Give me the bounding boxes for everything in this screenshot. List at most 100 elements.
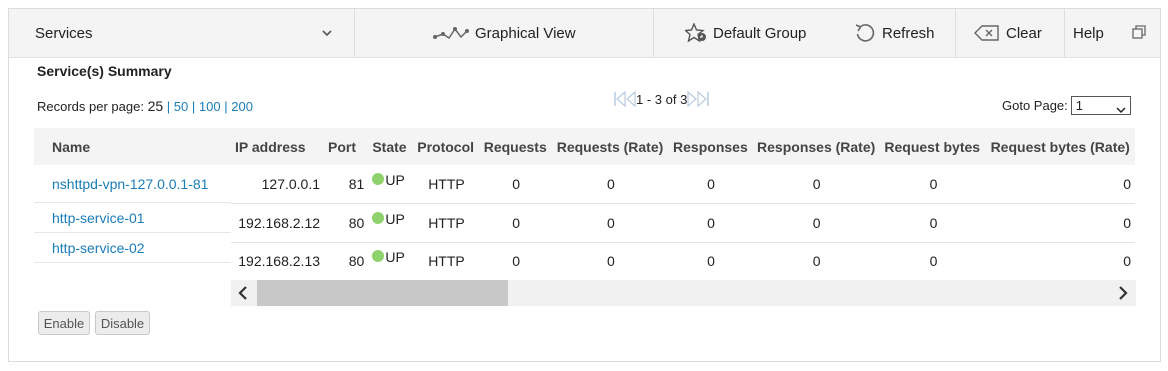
col-requests-header[interactable]: Requests: [479, 128, 553, 165]
service-name-link[interactable]: nshttpd-vpn-127.0.0.1-81: [34, 165, 231, 203]
pager: 1 - 3 of 3: [613, 91, 710, 107]
cell-request-bytes: 0: [880, 203, 987, 243]
clear-label: Clear: [1006, 24, 1042, 42]
cell-responses-rate: 0: [753, 203, 881, 243]
services-dropdown[interactable]: Services: [35, 9, 345, 57]
records-label: Records per page:: [37, 99, 144, 114]
col-request-bytes-rate-header[interactable]: Request bytes (Rate): [986, 128, 1135, 165]
cell-protocol: HTTP: [413, 203, 480, 243]
col-port-header[interactable]: Port: [324, 128, 369, 165]
col-responses-header[interactable]: Responses: [669, 128, 754, 165]
goto-page: Goto Page: 1: [1002, 96, 1131, 115]
records-option-200[interactable]: 200: [231, 99, 253, 114]
col-requests-rate-header[interactable]: Requests (Rate): [552, 128, 670, 165]
cell-request-bytes-rate: 0: [986, 242, 1135, 281]
summary-title: Service(s) Summary: [37, 63, 172, 79]
clear-icon: [974, 24, 1000, 42]
cell-protocol: HTTP: [413, 242, 480, 281]
status-up-icon: [372, 211, 385, 224]
table-row[interactable]: 127.0.0.1 81 UP HTTP 0 0 0 0 0 0: [231, 165, 1135, 204]
records-separator: |: [191, 99, 196, 114]
goto-value: 1: [1075, 98, 1084, 113]
cell-requests-rate: 0: [552, 242, 670, 281]
cell-ip: 127.0.0.1: [231, 165, 325, 204]
state-text: UP: [385, 249, 405, 266]
toolbar-divider: [955, 9, 956, 57]
cell-state: UP: [368, 203, 414, 243]
toolbar-divider: [354, 9, 355, 57]
cell-responses: 0: [669, 165, 754, 204]
col-request-bytes-header[interactable]: Request bytes: [880, 128, 987, 165]
col-ip-header[interactable]: IP address: [231, 128, 325, 165]
cell-responses-rate: 0: [753, 242, 881, 281]
disable-button[interactable]: Disable: [95, 311, 150, 335]
table-row[interactable]: 192.168.2.13 80 UP HTTP 0 0 0 0 0 0: [231, 242, 1135, 281]
refresh-button[interactable]: Refresh: [854, 9, 935, 57]
scroll-left-icon[interactable]: [237, 286, 249, 305]
cell-port: 80: [324, 203, 369, 243]
scroll-right-icon[interactable]: [1117, 286, 1129, 305]
chevron-down-icon[interactable]: [321, 26, 333, 44]
cell-requests: 0: [479, 165, 553, 204]
cell-ip: 192.168.2.13: [231, 242, 325, 281]
service-name-link[interactable]: http-service-01: [34, 203, 231, 233]
scrollbar-thumb[interactable]: [257, 280, 508, 306]
records-option-50[interactable]: 50: [174, 99, 188, 114]
cell-ip: 192.168.2.12: [231, 203, 325, 243]
cell-protocol: HTTP: [413, 165, 480, 204]
graph-icon: [433, 25, 469, 41]
table-row[interactable]: 192.168.2.12 80 UP HTTP 0 0 0 0 0 0: [231, 203, 1135, 243]
state-text: UP: [385, 210, 405, 227]
toolbar: Services Graphical View Default Group Re…: [9, 9, 1160, 58]
col-state-header[interactable]: State: [368, 128, 414, 165]
records-current: 25: [147, 98, 164, 114]
status-up-icon: [372, 250, 385, 263]
services-table: IP address Port State Protocol Requests …: [231, 128, 1135, 281]
goto-label: Goto Page:: [1002, 98, 1068, 113]
default-group-button[interactable]: Default Group: [685, 9, 806, 57]
cell-port: 80: [324, 242, 369, 281]
cell-responses: 0: [669, 203, 754, 243]
enable-button[interactable]: Enable: [38, 311, 90, 335]
cell-request-bytes: 0: [880, 242, 987, 281]
first-page-icon[interactable]: [613, 91, 626, 107]
records-option-100[interactable]: 100: [199, 99, 221, 114]
graphical-view-label: Graphical View: [475, 24, 576, 42]
star-group-icon: [685, 23, 709, 43]
next-page-icon[interactable]: [687, 91, 698, 107]
cell-requests-rate: 0: [552, 203, 670, 243]
cell-requests: 0: [479, 242, 553, 281]
cell-requests: 0: [479, 203, 553, 243]
help-button[interactable]: Help: [1073, 9, 1104, 57]
name-header[interactable]: Name: [34, 128, 231, 165]
refresh-icon: [854, 23, 876, 43]
services-label: Services: [35, 24, 93, 42]
pager-text: 1 - 3 of 3: [636, 91, 688, 107]
cell-requests-rate: 0: [552, 165, 670, 204]
records-separator: |: [224, 99, 228, 114]
graphical-view-button[interactable]: Graphical View: [433, 9, 576, 57]
help-label: Help: [1073, 24, 1104, 42]
table-header-row: IP address Port State Protocol Requests …: [231, 128, 1135, 165]
toolbar-divider: [653, 9, 654, 57]
prev-page-icon[interactable]: [626, 91, 636, 107]
cell-responses: 0: [669, 242, 754, 281]
toolbar-divider: [1064, 9, 1065, 57]
clear-button[interactable]: Clear: [974, 9, 1042, 57]
goto-page-select[interactable]: 1: [1070, 96, 1131, 115]
cell-state: UP: [368, 242, 414, 281]
status-up-icon: [372, 173, 385, 185]
horizontal-scrollbar[interactable]: [231, 280, 1136, 306]
last-page-icon[interactable]: [697, 91, 710, 107]
cell-responses-rate: 0: [753, 165, 881, 204]
cell-request-bytes: 0: [880, 165, 987, 204]
state-text: UP: [385, 172, 405, 188]
window-icon[interactable]: [1132, 25, 1146, 44]
records-separator: |: [166, 99, 171, 114]
cell-request-bytes-rate: 0: [986, 165, 1135, 204]
col-protocol-header[interactable]: Protocol: [413, 128, 480, 165]
refresh-label: Refresh: [882, 24, 935, 42]
service-name-link[interactable]: http-service-02: [34, 233, 231, 263]
col-responses-rate-header[interactable]: Responses (Rate): [753, 128, 881, 165]
default-group-label: Default Group: [713, 24, 807, 42]
